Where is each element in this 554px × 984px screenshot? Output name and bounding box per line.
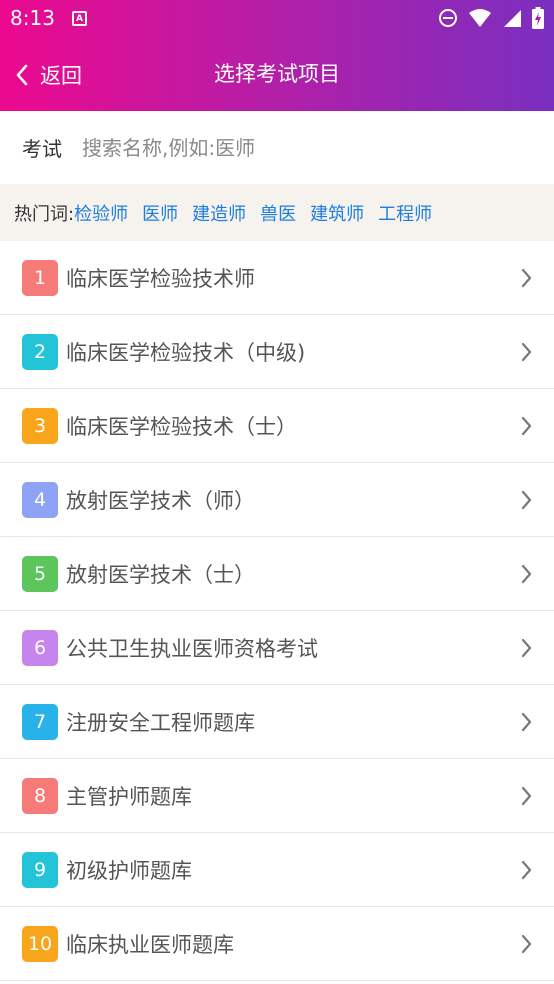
exam-label: 临床执业医师题库: [66, 932, 234, 957]
exam-list-item[interactable]: 8 主管护师题库: [0, 759, 554, 833]
chevron-right-icon: [521, 268, 532, 288]
exam-label: 临床医学检验技术师: [66, 266, 255, 291]
chevron-right-icon: [521, 934, 532, 954]
chevron-right-icon: [521, 564, 532, 584]
chevron-right-icon: [521, 712, 532, 732]
search-input[interactable]: [82, 135, 502, 160]
hot-tag[interactable]: 建造师: [192, 200, 246, 226]
status-icons: [438, 7, 544, 29]
exam-list-item[interactable]: 6 公共卫生执业医师资格考试: [0, 611, 554, 685]
exam-number-badge: 5: [22, 555, 58, 592]
exam-list-item[interactable]: 2 临床医学检验技术（中级): [0, 315, 554, 389]
exam-list-item[interactable]: 1 临床医学检验技术师: [0, 241, 554, 315]
hot-words-tags: 检验师 医师 建造师 兽医 建筑师 工程师: [74, 200, 446, 226]
exam-label: 主管护师题库: [66, 784, 192, 809]
hot-tag[interactable]: 建筑师: [310, 200, 364, 226]
back-button[interactable]: 返回: [16, 38, 82, 111]
exam-list-item[interactable]: 3 临床医学检验技术（士）: [0, 389, 554, 463]
exam-label: 放射医学技术（师）: [66, 488, 255, 513]
exam-list-item[interactable]: 9 初级护师题库: [0, 833, 554, 907]
exam-list-item[interactable]: 5 放射医学技术（士）: [0, 537, 554, 611]
exam-number-badge: 3: [22, 407, 58, 444]
chevron-right-icon: [521, 490, 532, 510]
chevron-right-icon: [521, 342, 532, 362]
exam-label: 公共卫生执业医师资格考试: [66, 636, 318, 661]
battery-charging-icon: [532, 7, 544, 29]
status-bar: 8:13 A: [0, 0, 554, 38]
app-header: 8:13 A 返回 选择考试项目: [0, 0, 554, 111]
back-label: 返回: [40, 63, 82, 88]
exam-list-item[interactable]: 7 注册安全工程师题库: [0, 685, 554, 759]
hot-tag[interactable]: 医师: [142, 200, 178, 226]
exam-number-badge: 2: [22, 333, 58, 370]
exam-label: 初级护师题库: [66, 858, 192, 883]
exam-number-badge: 4: [22, 481, 58, 518]
title-bar: 返回 选择考试项目: [0, 38, 554, 111]
hot-words-bar: 热门词: 检验师 医师 建造师 兽医 建筑师 工程师: [0, 184, 554, 241]
exam-label: 临床医学检验技术（士）: [66, 414, 297, 439]
exam-list-item[interactable]: 10 临床执业医师题库: [0, 907, 554, 981]
chevron-right-icon: [521, 860, 532, 880]
hot-words-label: 热门词:: [14, 203, 75, 225]
do-not-disturb-icon: [439, 9, 457, 27]
exam-number-badge: 9: [22, 851, 58, 888]
exam-number-badge: 8: [22, 777, 58, 814]
chevron-left-icon: [16, 64, 28, 85]
exam-list: 1 临床医学检验技术师 2 临床医学检验技术（中级) 3 临床医学检验技术（士） 4 放射医学…: [0, 241, 554, 981]
exam-label: 放射医学技术（士）: [66, 562, 255, 587]
exam-number-badge: 10: [22, 925, 58, 962]
hot-tag[interactable]: 工程师: [378, 200, 432, 226]
chevron-right-icon: [521, 786, 532, 806]
exam-number-badge: 7: [22, 703, 58, 740]
exam-number-badge: 1: [22, 259, 58, 296]
wifi-icon: [469, 9, 491, 27]
chevron-right-icon: [521, 416, 532, 436]
search-label: 考试: [22, 137, 62, 161]
exam-label: 注册安全工程师题库: [66, 710, 255, 735]
exam-label: 临床医学检验技术（中级): [66, 340, 306, 365]
notification-a-icon: A: [72, 11, 87, 26]
exam-list-item[interactable]: 4 放射医学技术（师）: [0, 463, 554, 537]
page-title: 选择考试项目: [214, 62, 340, 86]
chevron-right-icon: [521, 638, 532, 658]
hot-tag[interactable]: 兽医: [260, 200, 296, 226]
exam-number-badge: 6: [22, 629, 58, 666]
signal-icon: [504, 10, 521, 27]
hot-tag[interactable]: 检验师: [74, 200, 128, 226]
status-time: 8:13: [10, 6, 55, 30]
search-bar: 考试: [0, 111, 554, 184]
